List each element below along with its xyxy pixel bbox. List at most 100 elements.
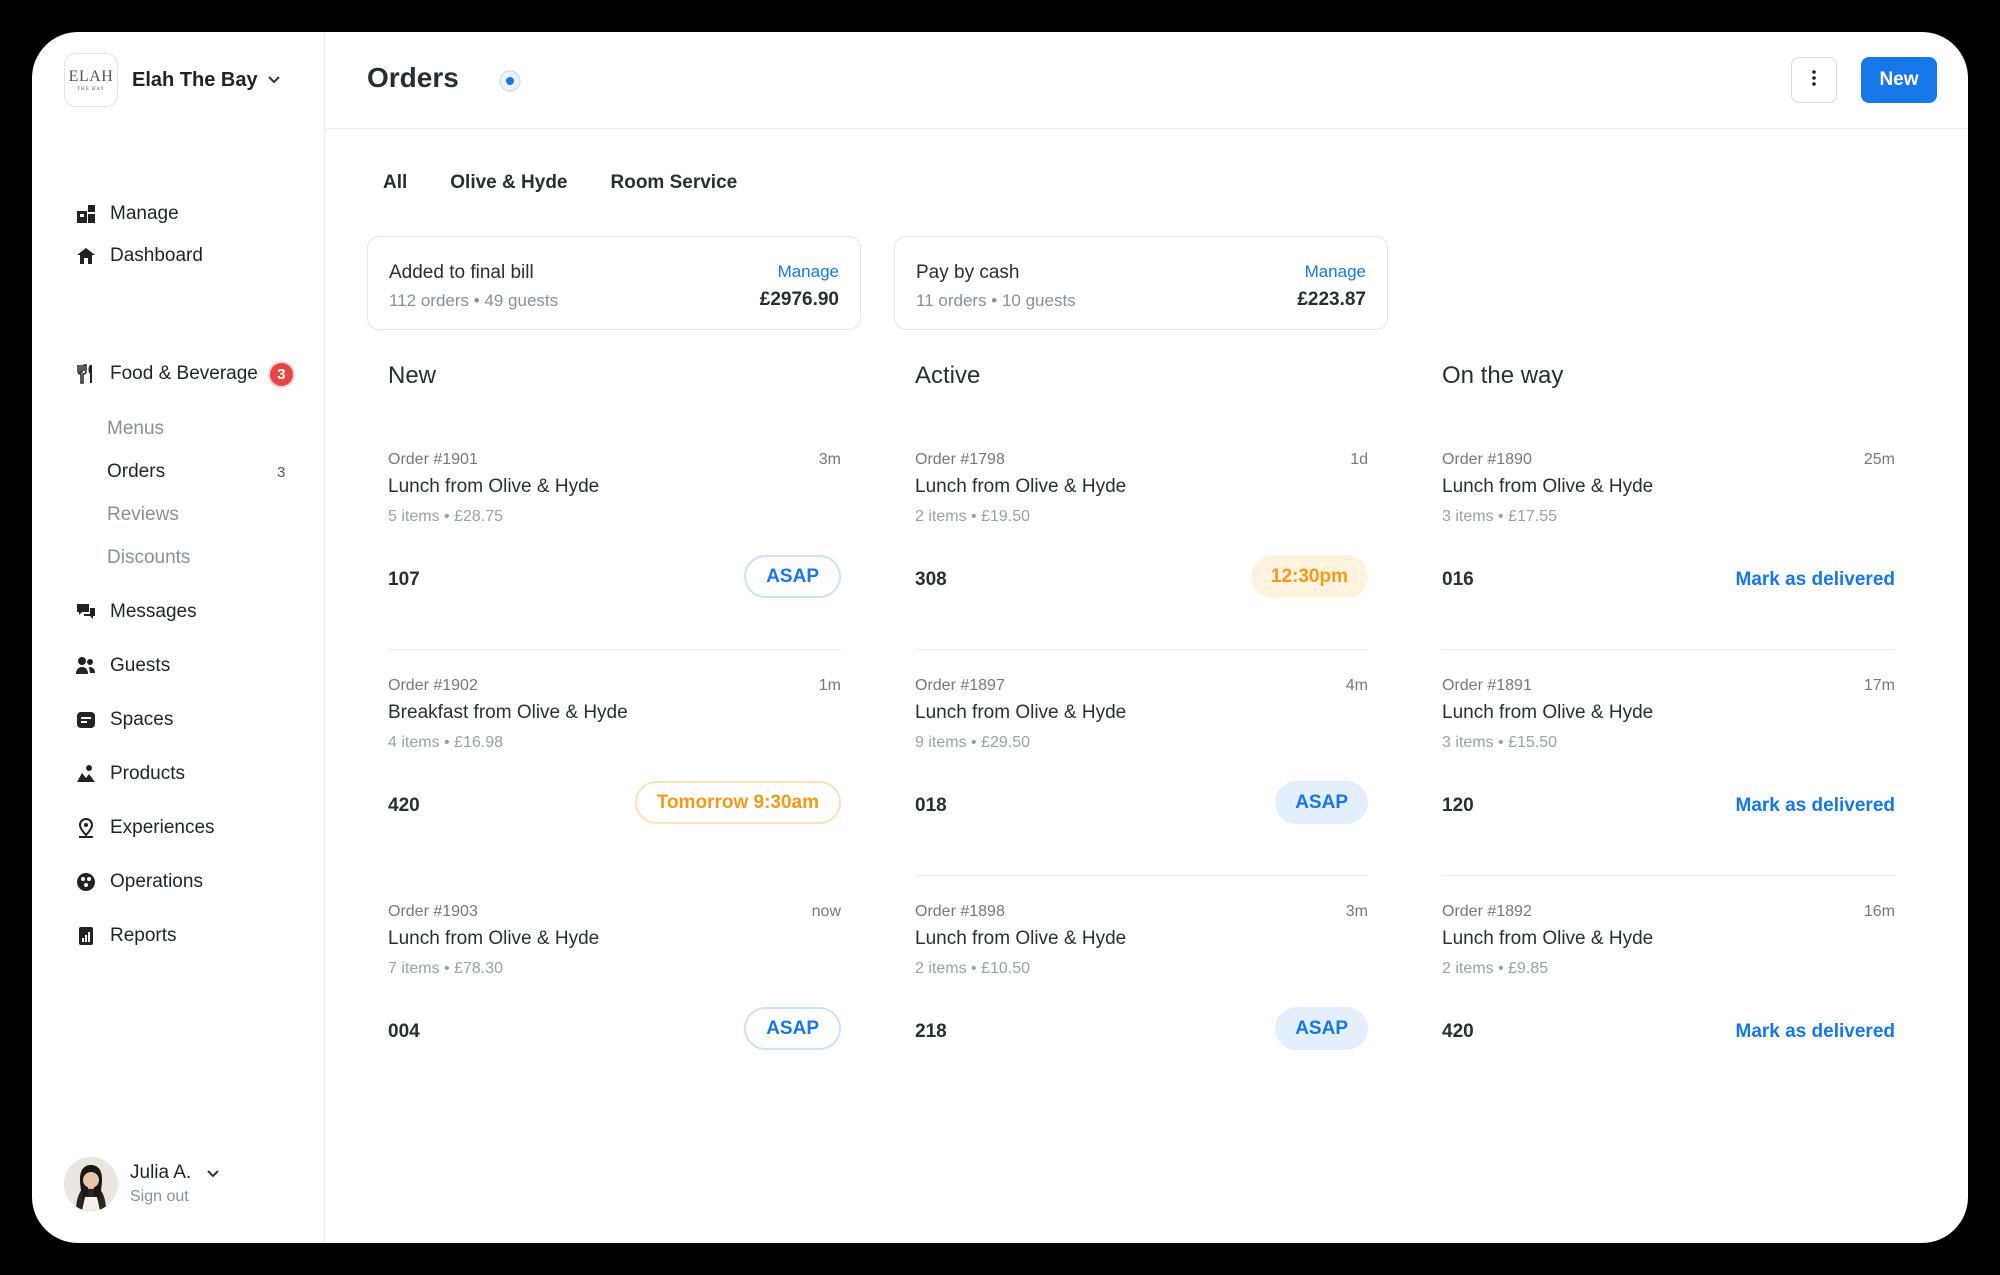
delivery-time-pill[interactable]: 12:30pm: [1250, 555, 1368, 598]
sidebar-item-guests[interactable]: Guests: [76, 651, 170, 681]
sidebar-item-dashboard[interactable]: Dashboard: [76, 241, 203, 271]
order-card[interactable]: Order #1902 1m Breakfast from Olive & Hy…: [388, 650, 841, 876]
manage-link[interactable]: Manage: [778, 262, 839, 282]
sidebar-item-experiences[interactable]: Experiences: [76, 813, 215, 843]
summary-subtitle: 112 orders • 49 guests: [389, 291, 559, 310]
operations-icon: [76, 872, 96, 892]
user-menu[interactable]: Julia A. Sign out: [64, 1157, 219, 1211]
order-card[interactable]: Order #1898 3m Lunch from Olive & Hyde 2…: [915, 876, 1368, 1102]
manage-icon: [76, 204, 96, 224]
room-number: 018: [915, 795, 947, 816]
sidebar-item-label: Messages: [110, 601, 197, 622]
home-icon: [76, 246, 96, 266]
sidebar-item-reports[interactable]: Reports: [76, 921, 177, 951]
room-number: 218: [915, 1021, 947, 1042]
order-number: Order #1901: [388, 451, 478, 468]
column-new: New Order #1901 3m Lunch from Olive & Hy…: [388, 362, 841, 1102]
summary-subtitle: 11 orders • 10 guests: [916, 291, 1076, 310]
venue-logo: ELAH THE BAY: [64, 53, 118, 107]
room-number: 107: [388, 569, 420, 590]
order-title: Lunch from Olive & Hyde: [388, 476, 600, 497]
sidebar-item-label: Experiences: [110, 817, 215, 838]
page-header: Orders New: [325, 32, 1968, 129]
tab-olive-hyde[interactable]: Olive & Hyde: [450, 172, 567, 194]
order-card[interactable]: Order #1891 17m Lunch from Olive & Hyde …: [1442, 650, 1895, 876]
order-age: 1d: [1350, 451, 1368, 468]
page-title: Orders: [367, 62, 459, 93]
summary-amount: £223.87: [1297, 289, 1366, 310]
summary-amount: £2976.90: [759, 289, 839, 310]
venue-switcher[interactable]: ELAH THE BAY Elah The Bay: [64, 53, 280, 107]
sidebar-item-products[interactable]: Products: [76, 759, 185, 789]
mark-as-delivered-button[interactable]: Mark as delivered: [1736, 795, 1895, 817]
order-card[interactable]: Order #1798 1d Lunch from Olive & Hyde 2…: [915, 424, 1368, 650]
venue-name: Elah The Bay: [132, 68, 258, 91]
column-title: On the way: [1442, 362, 1564, 389]
order-number: Order #1892: [1442, 903, 1532, 920]
order-number: Order #1898: [915, 903, 1005, 920]
delivery-time-pill[interactable]: ASAP: [744, 555, 841, 598]
column-on-the-way: On the way Order #1890 25m Lunch from Ol…: [1442, 362, 1895, 1102]
order-meta: 9 items • £29.50: [915, 734, 1030, 751]
order-meta: 3 items • £17.55: [1442, 508, 1557, 525]
products-icon: [76, 764, 96, 784]
order-card[interactable]: Order #1903 now Lunch from Olive & Hyde …: [388, 876, 841, 1102]
sidebar-item-label: Reports: [110, 925, 177, 946]
delivery-time-pill[interactable]: Tomorrow 9:30am: [634, 781, 841, 824]
sidebar-item-spaces[interactable]: Spaces: [76, 705, 173, 735]
order-title: Lunch from Olive & Hyde: [915, 476, 1127, 497]
order-title: Lunch from Olive & Hyde: [1442, 702, 1654, 723]
sidebar-item-label: Food & Beverage: [110, 363, 258, 384]
order-meta: 2 items • £10.50: [915, 960, 1030, 977]
sidebar-item-messages[interactable]: Messages: [76, 597, 197, 627]
column-active: Active Order #1798 1d Lunch from Olive &…: [915, 362, 1368, 1102]
order-card[interactable]: Order #1890 25m Lunch from Olive & Hyde …: [1442, 424, 1895, 650]
order-number: Order #1897: [915, 677, 1005, 694]
sidebar-item-label: Dashboard: [110, 245, 203, 266]
delivery-time-pill[interactable]: ASAP: [1275, 1007, 1368, 1050]
sidebar-subitem-orders[interactable]: Orders: [107, 461, 165, 483]
sign-out-link[interactable]: Sign out: [130, 1188, 219, 1206]
sidebar-subitem-discounts[interactable]: Discounts: [107, 547, 190, 569]
sidebar-item-manage[interactable]: Manage: [76, 199, 179, 229]
order-number: Order #1891: [1442, 677, 1532, 694]
order-title: Lunch from Olive & Hyde: [1442, 476, 1654, 497]
summary-card-final-bill: Added to final bill 112 orders • 49 gues…: [367, 236, 861, 330]
mark-as-delivered-button[interactable]: Mark as delivered: [1736, 1021, 1895, 1043]
sidebar-item-label: Operations: [110, 871, 203, 892]
room-number: 308: [915, 569, 947, 590]
delivery-time-pill[interactable]: ASAP: [744, 1007, 841, 1050]
room-number: 016: [1442, 569, 1474, 590]
device-frame: ELAH THE BAY Elah The Bay Manage Dashboa…: [0, 0, 2000, 1275]
sidebar-item-food-beverage[interactable]: Food & Beverage 3: [76, 359, 295, 389]
delivery-time-pill[interactable]: ASAP: [1275, 781, 1368, 824]
manage-link[interactable]: Manage: [1305, 262, 1366, 282]
chat-icon: [76, 602, 96, 622]
order-number: Order #1903: [388, 903, 478, 920]
room-number: 420: [388, 795, 420, 816]
summary-card-pay-by-cash: Pay by cash 11 orders • 10 guests Manage…: [894, 236, 1388, 330]
tab-room-service[interactable]: Room Service: [611, 172, 738, 194]
orders-count: 3: [277, 464, 286, 481]
summary-title: Added to final bill: [389, 262, 534, 283]
order-title: Lunch from Olive & Hyde: [388, 928, 600, 949]
sidebar-subitem-reviews[interactable]: Reviews: [107, 504, 179, 526]
summary-title: Pay by cash: [916, 262, 1020, 283]
live-status-icon: [498, 69, 522, 93]
mark-as-delivered-button[interactable]: Mark as delivered: [1736, 569, 1895, 591]
order-card[interactable]: Order #1892 16m Lunch from Olive & Hyde …: [1442, 876, 1895, 1102]
order-card[interactable]: Order #1901 3m Lunch from Olive & Hyde 5…: [388, 424, 841, 650]
sidebar-item-label: Spaces: [110, 709, 174, 730]
order-age: 16m: [1863, 903, 1895, 920]
new-order-button[interactable]: New: [1861, 57, 1937, 103]
report-icon: [76, 926, 96, 946]
sidebar-subitem-menus[interactable]: Menus: [107, 418, 164, 440]
sidebar-item-operations[interactable]: Operations: [76, 867, 203, 897]
order-card[interactable]: Order #1897 4m Lunch from Olive & Hyde 9…: [915, 650, 1368, 876]
more-options-button[interactable]: [1791, 57, 1837, 103]
room-number: 420: [1442, 1021, 1474, 1042]
avatar: [64, 1157, 118, 1211]
order-meta: 3 items • £15.50: [1442, 734, 1557, 751]
tab-all[interactable]: All: [383, 172, 407, 194]
order-number: Order #1902: [388, 677, 478, 694]
